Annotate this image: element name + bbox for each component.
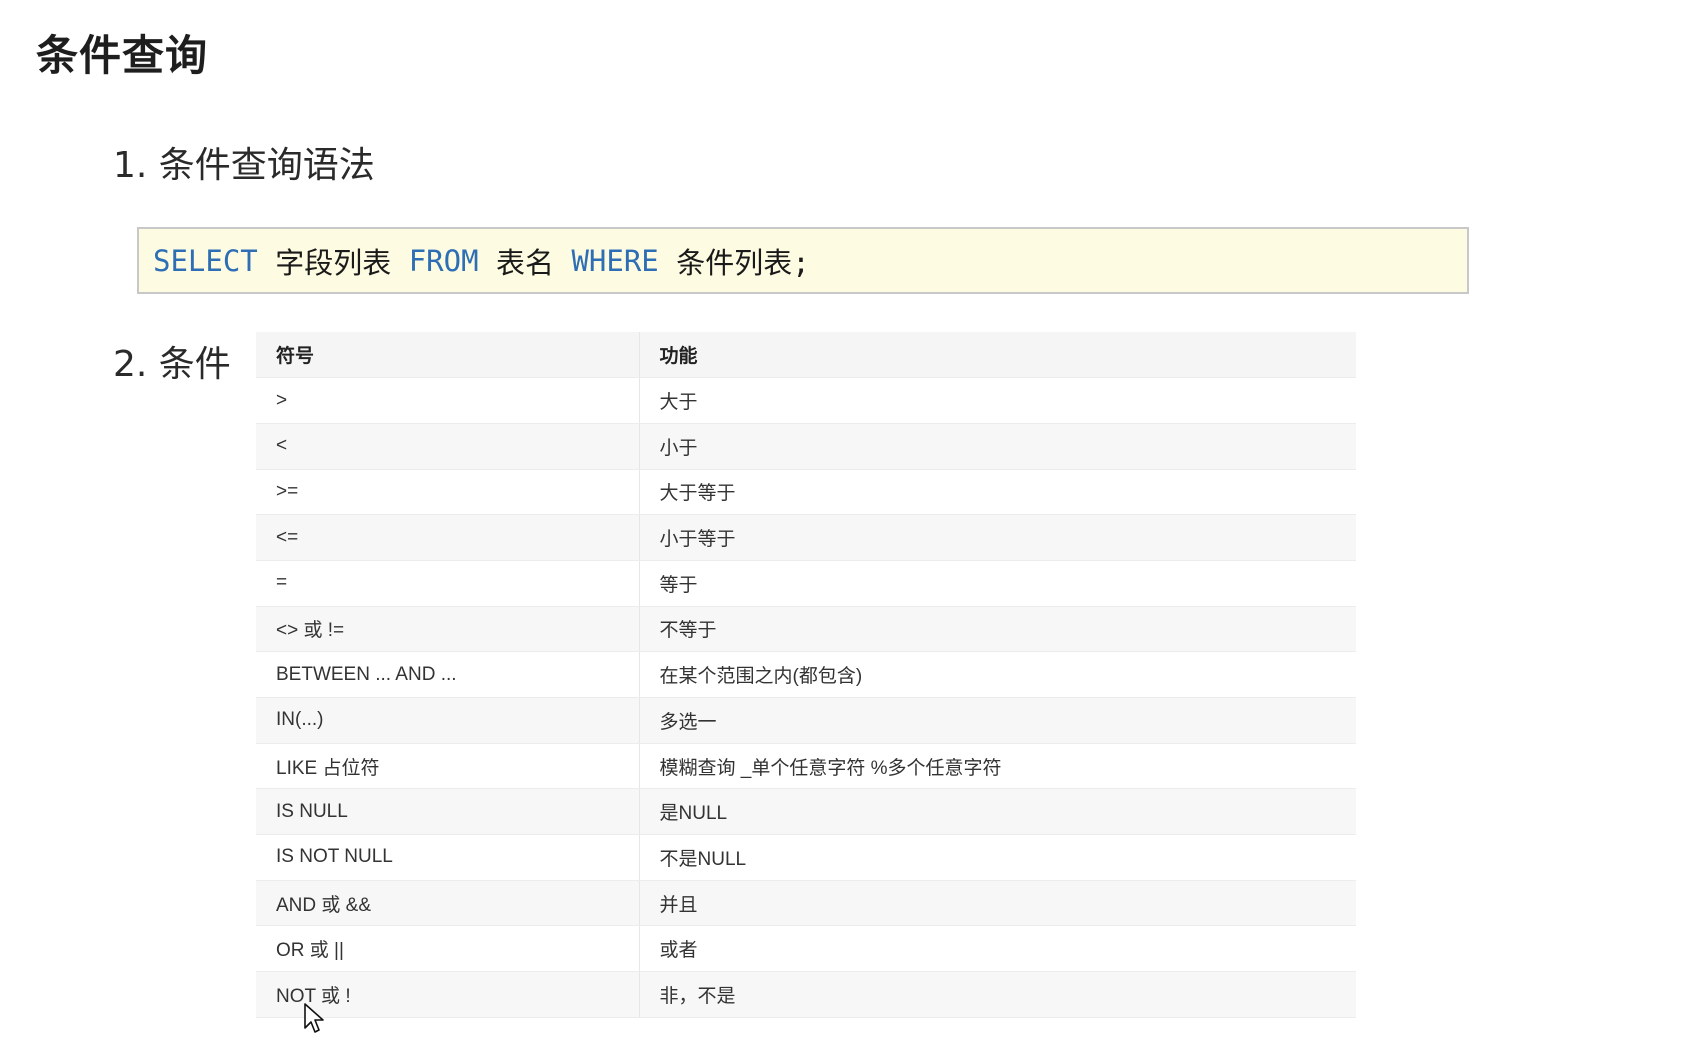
cell-symbol: IS NOT NULL — [256, 834, 640, 881]
table-row: IS NULL 是NULL — [256, 788, 1356, 836]
cell-symbol: AND 或 && — [256, 880, 640, 927]
code-keyword-from: FROM — [408, 243, 479, 278]
table-header-row: 符号 功能 — [256, 332, 1356, 379]
cell-function: 模糊查询 _单个任意字符 %多个任意字符 — [639, 743, 1356, 790]
cell-function: 不是NULL — [639, 834, 1356, 881]
section-heading-syntax: 1. 条件查询语法 — [113, 145, 375, 186]
table-row: NOT 或 ! 非，不是 — [256, 971, 1356, 1018]
header-symbol: 符号 — [256, 332, 640, 379]
cell-symbol: < — [256, 423, 640, 470]
code-text-table: 表名 — [478, 245, 572, 280]
table-row: IN(...) 多选一 — [256, 697, 1356, 744]
cell-function: 多选一 — [639, 697, 1356, 744]
cell-function: 不等于 — [639, 606, 1356, 653]
table-row: <= 小于等于 — [256, 514, 1356, 561]
table-row: LIKE 占位符 模糊查询 _单个任意字符 %多个任意字符 — [256, 743, 1356, 790]
cell-function: 或者 — [639, 925, 1356, 973]
table-row: BETWEEN ... AND ... 在某个范围之内(都包含) — [256, 651, 1356, 698]
cell-symbol: BETWEEN ... AND ... — [256, 651, 640, 698]
cell-symbol: = — [256, 560, 640, 607]
sql-code-block: SELECT 字段列表 FROM 表名 WHERE 条件列表; — [137, 227, 1469, 294]
table-row: >= 大于等于 — [256, 469, 1356, 516]
table-row: = 等于 — [256, 560, 1356, 607]
table-row: IS NOT NULL 不是NULL — [256, 834, 1356, 881]
cell-symbol: LIKE 占位符 — [256, 743, 640, 790]
cell-symbol: OR 或 || — [256, 925, 640, 973]
cell-function: 在某个范围之内(都包含) — [639, 651, 1356, 698]
cell-function: 等于 — [639, 560, 1356, 607]
cell-function: 非，不是 — [639, 971, 1356, 1018]
cell-function: 大于 — [639, 377, 1356, 424]
cell-function: 小于等于 — [639, 514, 1356, 561]
table-row: > 大于 — [256, 377, 1356, 424]
cell-function: 大于等于 — [639, 469, 1356, 516]
table-row: < 小于 — [256, 423, 1356, 470]
mouse-pointer-icon — [304, 1003, 324, 1033]
code-text-fields: 字段列表 — [257, 245, 409, 280]
cell-symbol: > — [256, 377, 640, 424]
cell-symbol: <> 或 != — [256, 606, 640, 653]
page-title: 条件查询 — [36, 31, 209, 80]
cell-function: 是NULL — [639, 788, 1356, 836]
cell-symbol: IS NULL — [256, 788, 640, 836]
cell-symbol: >= — [256, 469, 640, 516]
table-row: OR 或 || 或者 — [256, 925, 1356, 973]
header-function: 功能 — [639, 332, 1356, 379]
cell-symbol: <= — [256, 514, 640, 561]
table-row: AND 或 && 并且 — [256, 880, 1356, 927]
cell-function: 小于 — [639, 423, 1356, 470]
cell-symbol: IN(...) — [256, 697, 640, 744]
code-keyword-select: SELECT — [153, 243, 258, 278]
conditions-table: 符号 功能 > 大于 < 小于 >= 大于等于 <= 小于等于 = 等于 <> … — [256, 332, 1356, 1018]
section-heading-conditions: 2. 条件 — [113, 344, 231, 385]
code-keyword-where: WHERE — [571, 243, 659, 278]
table-row: <> 或 != 不等于 — [256, 606, 1356, 653]
code-text-conditions: 条件列表; — [658, 245, 810, 280]
cell-function: 并且 — [639, 880, 1356, 927]
